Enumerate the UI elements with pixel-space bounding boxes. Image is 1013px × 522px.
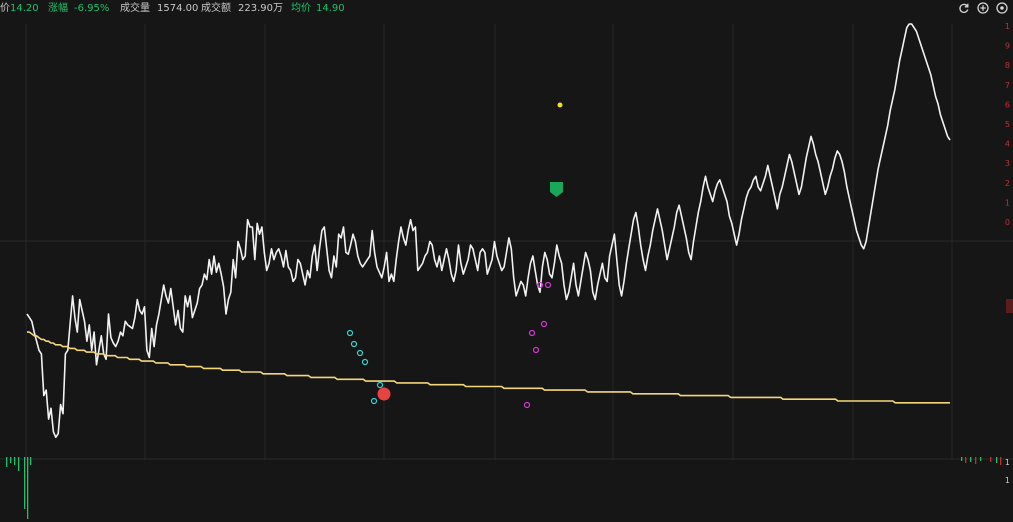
volume-bar [965,457,967,463]
volume-bar [961,457,963,461]
axis-tick-label: 1 [1005,458,1010,467]
change-label: 涨幅 [48,3,68,14]
amount-value: 223.90万 [238,3,283,14]
chart-background [0,17,1013,522]
volume-bar [27,457,29,519]
price-highlight-marker [1006,299,1013,313]
volume-bar [996,457,998,463]
axis-tick-label: 8 [1005,61,1010,70]
axis-tick-label: 6 [1005,100,1010,109]
axis-tick-label: 9 [1005,42,1010,51]
axis-tick-label: 7 [1005,81,1010,90]
zoom-in-icon[interactable] [977,2,989,14]
axis-tick-label: 1 [1005,198,1010,207]
price-label: 价 [0,3,10,14]
amount-label: 成交额 [201,3,231,14]
volume-bar [18,457,20,471]
volume-label: 成交量 [120,3,150,14]
volume-bar [6,457,8,467]
sell-signal-badge [377,387,391,401]
refresh-icon[interactable] [958,2,970,14]
price-value: 14.20 [10,3,39,14]
axis-tick-label: 1 [1005,22,1010,31]
volume-bar [970,457,972,462]
volume-bar [30,457,32,465]
axis-tick-label: 4 [1005,140,1010,149]
axis-tick-label: 5 [1005,120,1010,129]
volume-bar [10,457,12,463]
axis-tick-label: 0 [1005,218,1010,227]
volume-bar [980,457,982,461]
intraday-chart: 1 9 8 7 6 5 4 3 2 1 0 1 1 [0,17,1013,522]
avg-price-label: 均价 [291,3,311,14]
highlight-dot [557,102,563,108]
change-value: -6.95% [74,3,110,14]
volume-bar [990,457,992,462]
volume-bar [24,457,26,509]
settings-icon[interactable] [996,2,1008,14]
axis-tick-label: 1 [1005,476,1010,485]
axis-tick-label: 3 [1005,159,1010,168]
volume-bar [1000,457,1002,465]
avg-price-value: 14.90 [316,3,345,14]
quote-header: 价 14.20 涨幅 -6.95% 成交量 1574.00 成交额 223.90… [0,0,1013,17]
volume-bar [975,457,977,464]
volume-bar [14,457,16,465]
axis-tick-label: 2 [1005,179,1010,188]
volume-value: 1574.00 [157,3,199,14]
